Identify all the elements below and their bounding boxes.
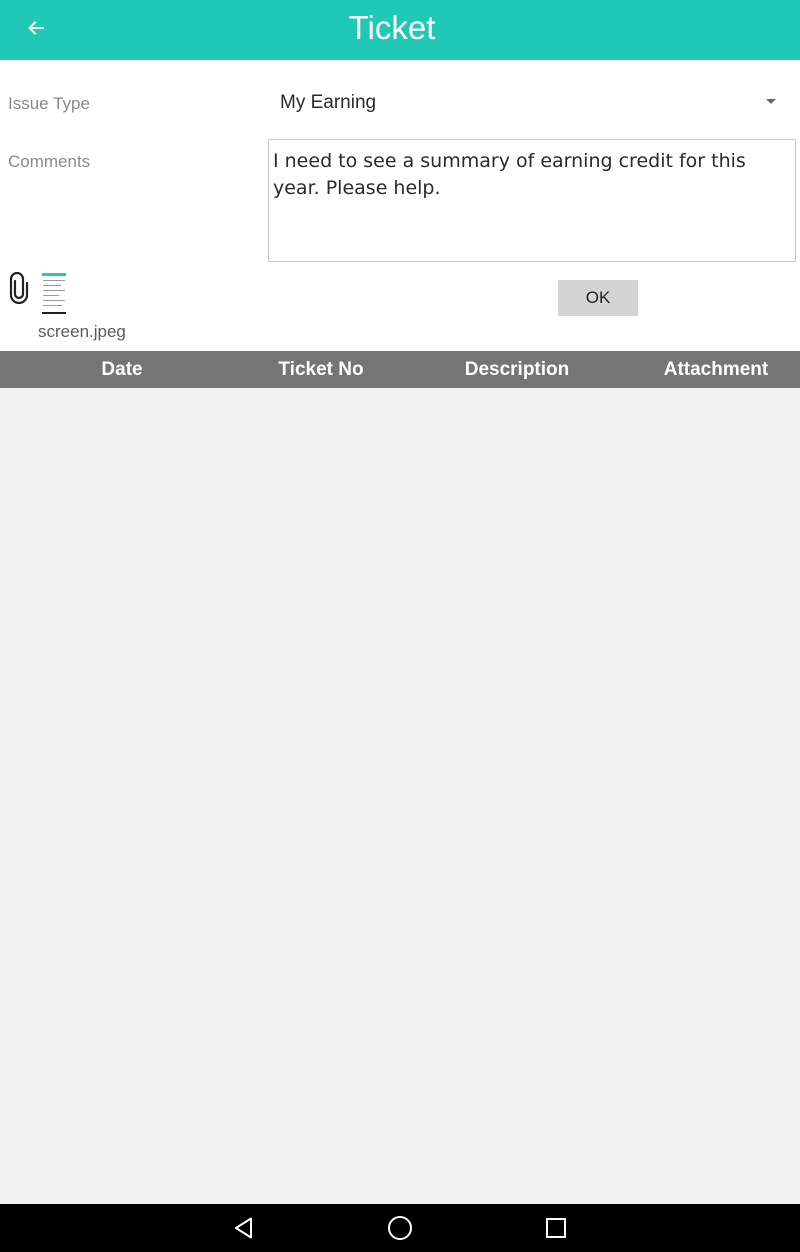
ticket-table-body xyxy=(0,388,800,1204)
dropdown-arrow-icon xyxy=(766,99,776,104)
attachment-file-name: screen.jpeg xyxy=(38,322,126,341)
attachment-thumbnail[interactable] xyxy=(40,272,68,314)
column-header-ticket-no: Ticket No xyxy=(278,359,364,380)
circle-home-icon xyxy=(388,1216,412,1240)
nav-home-button[interactable] xyxy=(368,1204,432,1252)
paperclip-icon[interactable] xyxy=(8,271,30,305)
ticket-table-header: Date Ticket No Description Attachment xyxy=(0,351,800,388)
issue-type-value: My Earning xyxy=(280,92,377,113)
column-header-date: Date xyxy=(101,359,143,380)
square-recents-icon xyxy=(546,1218,566,1238)
system-nav-bar xyxy=(0,1204,800,1252)
column-header-description: Description xyxy=(464,359,570,380)
triangle-back-icon xyxy=(235,1217,252,1239)
issue-type-dropdown[interactable]: My Earning xyxy=(268,84,792,124)
ticket-form: Issue Type My Earning Comments I need to… xyxy=(0,60,800,351)
app-bar: Ticket xyxy=(0,0,800,60)
ok-button[interactable]: OK xyxy=(558,280,638,316)
nav-recents-button[interactable] xyxy=(524,1204,588,1252)
nav-back-button[interactable] xyxy=(212,1204,276,1252)
issue-type-label: Issue Type xyxy=(8,94,90,113)
page-title: Ticket xyxy=(348,9,436,46)
comments-label: Comments xyxy=(8,152,91,171)
column-header-attachment: Attachment xyxy=(663,359,769,380)
comments-field[interactable]: I need to see a summary of earning credi… xyxy=(268,139,796,262)
